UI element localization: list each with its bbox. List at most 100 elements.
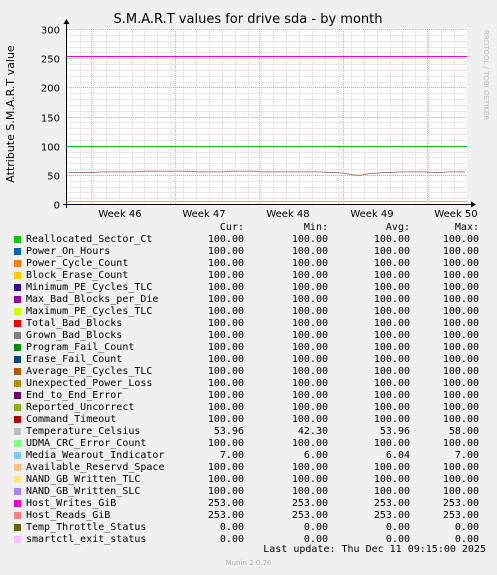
legend-series-name: End_to_End_Error: [26, 390, 123, 401]
legend-series-name: Minimum_PE_Cycles_TLC: [26, 282, 153, 293]
legend-max-value: 100.00: [442, 342, 479, 353]
legend-avg-value: 100.00: [373, 318, 410, 329]
legend-max-value: 100.00: [442, 462, 479, 473]
legend-min-value: 42.30: [297, 426, 328, 437]
legend-series-name: UDMA_CRC_Error_Count: [26, 438, 147, 449]
legend-cur-value: 100.00: [207, 390, 244, 401]
legend-swatch: [14, 380, 21, 387]
legend-series-name: NAND_GB_Written_SLC: [26, 486, 141, 497]
legend-swatch: [14, 512, 21, 519]
legend-avg-value: 100.00: [373, 294, 410, 305]
munin-version: Munin 2.0.76: [225, 559, 272, 567]
legend-max-value: 100.00: [442, 318, 479, 329]
legend-cur-value: 100.00: [207, 366, 244, 377]
legend-row: NAND_GB_Written_SLC 100.00 100.00 100.00 100…: [12, 486, 486, 498]
legend-series-name: Average_PE_Cycles_TLC: [26, 366, 153, 377]
legend-max-value: 253.00: [442, 498, 479, 509]
legend-series-name: Erase_Fail_Count: [26, 354, 123, 365]
legend-min-value: 100.00: [291, 438, 328, 449]
legend-avg-value: 100.00: [373, 342, 410, 353]
legend-series-name: Unexpected_Power_Loss: [26, 378, 153, 389]
legend-swatch: [14, 536, 21, 543]
legend-avg-value: 100.00: [373, 486, 410, 497]
y-axis-arrow: [63, 19, 70, 24]
legend-series-name: Temperature_Celsius: [26, 426, 141, 437]
legend-min-value: 100.00: [291, 462, 328, 473]
legend-avg-value: 100.00: [373, 402, 410, 413]
legend-max-value: 100.00: [442, 234, 479, 245]
legend-min-value: 0.00: [303, 522, 328, 533]
header-avg: Avg:: [385, 222, 410, 233]
legend-series-name: Power_On_Hours: [26, 246, 111, 257]
legend-cur-value: 253.00: [207, 510, 244, 521]
legend-cur-value: 100.00: [207, 342, 244, 353]
legend-swatch: [14, 488, 21, 495]
y-tick-label: 100: [41, 143, 60, 154]
legend-avg-value: 100.00: [373, 246, 410, 257]
plot-background: [67, 29, 467, 204]
legend-avg-value: 0.00: [385, 522, 410, 533]
legend-max-value: 100.00: [442, 486, 479, 497]
legend-max-value: 100.00: [442, 270, 479, 281]
legend-max-value: 100.00: [442, 282, 479, 293]
legend-cur-value: 100.00: [207, 354, 244, 365]
legend-row: Max_Bad_Blocks_per_Die 100.00 100.00 100.00…: [12, 294, 486, 306]
legend-row: NAND_GB_Written_TLC 100.00 100.00 100.00 100…: [12, 474, 486, 486]
legend-swatch: [14, 284, 21, 291]
legend-series-name: Reported_Uncorrect: [26, 402, 135, 413]
legend-max-value: 100.00: [442, 258, 479, 269]
legend-cur-value: 100.00: [207, 474, 244, 485]
legend-avg-value: 100.00: [373, 234, 410, 245]
legend-row: Command_Timeout 100.00 100.00 100.00 100.00: [12, 414, 486, 426]
legend-min-value: 100.00: [291, 474, 328, 485]
legend-series-name: Reallocated_Sector_Ct: [26, 234, 153, 245]
legend-min-value: 6.00: [303, 450, 328, 461]
last-update: Last update: Thu Dec 11 09:15:00 2025: [263, 544, 486, 555]
header-max: Max:: [454, 222, 479, 233]
legend-cur-value: 53.96: [213, 426, 244, 437]
legend-avg-value: 100.00: [373, 390, 410, 401]
legend-avg-value: 100.00: [373, 306, 410, 317]
x-tick-label: Week 46: [98, 209, 141, 220]
legend-min-value: 100.00: [291, 246, 328, 257]
legend-row: Block_Erase_Count 100.00 100.00 100.00 100.0…: [12, 270, 486, 282]
legend-swatch: [14, 344, 21, 351]
legend-row: End_to_End_Error 100.00 100.00 100.00 100.00: [12, 390, 486, 402]
legend-max-value: 0.00: [454, 522, 479, 533]
legend-swatch: [14, 368, 21, 375]
x-tick-label: Week 47: [182, 209, 225, 220]
legend-avg-value: 100.00: [373, 330, 410, 341]
legend-series-name: Max_Bad_Blocks_per_Die: [26, 294, 159, 305]
legend-avg-value: 53.96: [379, 426, 410, 437]
legend-series-name: Grown_Bad_Blocks: [26, 330, 123, 341]
legend-avg-value: 100.00: [373, 474, 410, 485]
legend-min-value: 100.00: [291, 258, 328, 269]
legend-min-value: 100.00: [291, 354, 328, 365]
legend-row: Media_Wearout_Indicator 7.00 6.00 6.04 7.00: [12, 450, 486, 462]
legend-cur-value: 100.00: [207, 318, 244, 329]
legend-cur-value: 100.00: [207, 330, 244, 341]
legend-cur-value: 100.00: [207, 486, 244, 497]
legend-swatch: [14, 440, 21, 447]
legend-table: Cur: Min: Avg: Max: Reallocated_Sector_C…: [12, 222, 486, 555]
legend-header: Cur: Min: Avg: Max:: [12, 222, 486, 234]
legend-min-value: 100.00: [291, 414, 328, 425]
legend-min-value: 100.00: [291, 342, 328, 353]
legend-row: Unexpected_Power_Loss 100.00 100.00 100.00 1…: [12, 378, 486, 390]
legend-avg-value: 100.00: [373, 282, 410, 293]
legend-max-value: 100.00: [442, 306, 479, 317]
legend-min-value: 100.00: [291, 234, 328, 245]
legend-swatch: [14, 248, 21, 255]
legend-series-name: Power_Cycle_Count: [26, 258, 129, 269]
legend-cur-value: 100.00: [207, 294, 244, 305]
legend-avg-value: 100.00: [373, 270, 410, 281]
legend-row: Grown_Bad_Blocks 100.00 100.00 100.00 100.00: [12, 330, 486, 342]
legend-swatch: [14, 476, 21, 483]
legend-series-name: Block_Erase_Count: [26, 270, 129, 281]
legend-swatch: [14, 320, 21, 327]
legend-series-name: Maximum_PE_Cycles_TLC: [26, 306, 153, 317]
legend-min-value: 100.00: [291, 330, 328, 341]
legend-min-value: 100.00: [291, 306, 328, 317]
legend-avg-value: 100.00: [373, 258, 410, 269]
legend-row: Reallocated_Sector_Ct 100.00 100.00 100.00 1…: [12, 234, 486, 246]
